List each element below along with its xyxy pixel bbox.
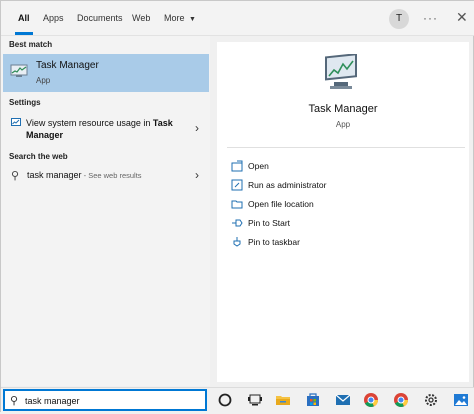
action-label: Open file location [248,199,314,209]
divider [227,147,465,148]
best-match-type: App [36,76,51,85]
chrome-icon[interactable] [393,392,409,408]
open-icon [231,160,243,172]
mail-icon[interactable] [335,392,351,408]
web-result-query: task manager [27,170,82,180]
taskbar: ⚲ [1,387,474,414]
action-label: Pin to Start [248,218,291,228]
taskbar-search-box[interactable]: ⚲ [3,389,207,411]
web-heading: Search the web [9,152,68,161]
pin-icon [232,219,243,227]
start-search-window: All Apps Documents Web More ▼ T ··· ✕ Be… [0,0,474,414]
task-view-icon[interactable] [247,392,263,408]
best-match-heading: Best match [9,40,53,49]
web-result-item[interactable]: ⚲ task manager - See web results › [3,167,209,185]
action-open[interactable]: Open [231,159,451,175]
chrome-icon[interactable] [363,392,379,408]
app-type: App [335,120,351,129]
search-icon: ⚲ [10,395,19,407]
monitor-chart-icon [11,118,21,126]
photos-icon[interactable] [453,392,469,408]
web-result-suffix: - See web results [81,171,142,180]
search-scope-tabs: All Apps Documents Web More ▼ T ··· ✕ [1,1,474,36]
folder-icon [231,200,243,209]
tab-more[interactable]: More ▼ [164,1,196,35]
task-manager-icon [10,64,28,77]
tab-apps[interactable]: Apps [43,1,64,35]
cortana-icon[interactable] [217,392,233,408]
settings-icon[interactable] [423,392,439,408]
more-options-icon[interactable]: ··· [423,11,438,25]
setting-result-label: View system resource usage in Task Manag… [26,117,176,141]
search-icon: ⚲ [11,170,20,182]
tab-all[interactable]: All [15,1,32,35]
tab-documents[interactable]: Documents [77,1,123,35]
action-pin-to-start[interactable]: Pin to Start [231,216,451,232]
chevron-down-icon: ▼ [189,16,196,23]
setting-result-item[interactable]: View system resource usage in Task Manag… [3,115,209,143]
file-explorer-icon[interactable] [275,392,291,408]
task-manager-icon [325,54,357,89]
chevron-right-icon: › [195,121,199,135]
pin-icon [233,237,241,247]
store-icon[interactable] [305,392,321,408]
app-title: Task Manager [308,103,378,115]
chevron-right-icon: › [195,168,199,182]
search-input[interactable] [25,394,195,408]
tab-web[interactable]: Web [132,1,150,35]
tab-more-label: More [164,13,185,23]
action-pin-to-taskbar[interactable]: Pin to taskbar [231,235,451,251]
details-pane: Task Manager App Open Run as administrat… [217,42,469,382]
action-label: Pin to taskbar [248,237,300,247]
best-match-name: Task Manager [36,60,99,71]
best-match-item[interactable]: Task Manager App [3,54,209,92]
action-label: Open [248,161,269,171]
run-as-admin-icon [231,179,243,191]
setting-result-text: View system resource usage in [26,118,153,128]
action-run-as-admin[interactable]: Run as administrator [231,178,451,194]
action-label: Run as administrator [248,180,327,190]
action-open-file-location[interactable]: Open file location [231,197,451,213]
results-list: Best match Task Manager App Settings Vie… [1,36,210,386]
close-icon[interactable]: ✕ [456,9,468,26]
avatar[interactable]: T [389,9,409,29]
web-result-label: task manager - See web results [27,170,142,180]
settings-heading: Settings [9,98,41,107]
